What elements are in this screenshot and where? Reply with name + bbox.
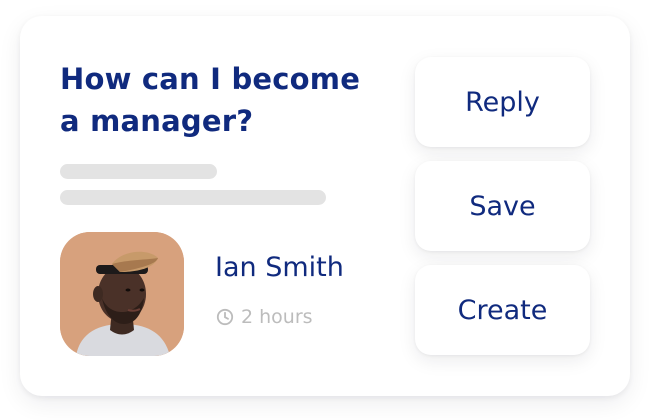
canvas: How can I become a manager? Ian Smith 2 … [0,0,650,420]
create-button[interactable]: Create [415,265,590,355]
placeholder-line [60,190,326,205]
clock-icon [216,308,234,326]
post-time-label: 2 hours [241,306,313,328]
avatar-image [60,232,184,356]
post-time: 2 hours [216,306,313,328]
reply-button-label: Reply [465,86,540,118]
save-button-label: Save [469,190,536,222]
avatar [60,232,184,356]
create-button-label: Create [457,294,548,326]
save-button[interactable]: Save [415,161,590,251]
author-name: Ian Smith [215,252,344,283]
question-title: How can I become a manager? [60,62,361,138]
placeholder-line [60,164,217,179]
reply-button[interactable]: Reply [415,57,590,147]
